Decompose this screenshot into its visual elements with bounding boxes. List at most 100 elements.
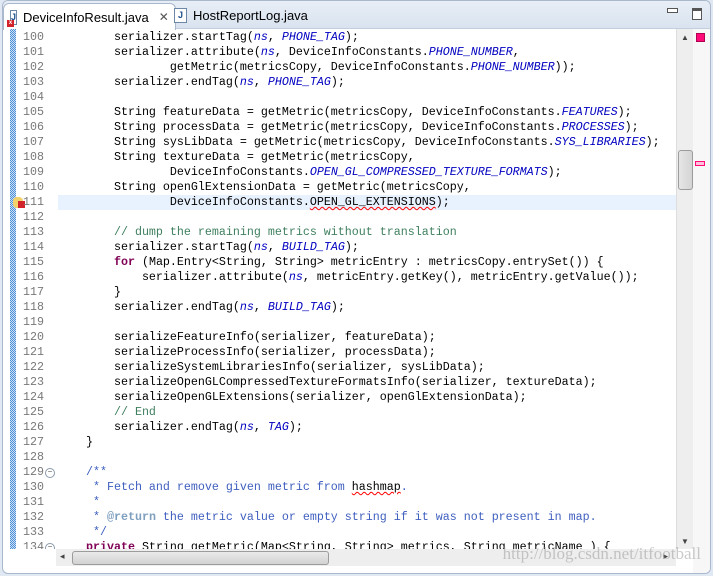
code-token: ns — [253, 30, 268, 44]
code-token: } — [58, 285, 121, 299]
code-token: BUILD_TAG — [267, 300, 331, 314]
code-token: , metricEntry.getKey(), metricEntry.getV… — [302, 270, 639, 284]
code-line[interactable]: 110 String openGlExtensionData = getMetr… — [3, 180, 676, 195]
code-token: ); — [617, 105, 632, 119]
code-line[interactable]: 128 — [3, 450, 676, 465]
code-token: serializer.startTag( — [58, 240, 254, 254]
code-line[interactable]: 129− /** — [3, 465, 676, 480]
code-text: // End — [58, 405, 676, 420]
code-line[interactable]: 106 String processData = getMetric(metri… — [3, 120, 676, 135]
code-token: , — [253, 300, 268, 314]
fold-toggle-icon[interactable]: − — [45, 468, 55, 478]
horizontal-scroll-thumb[interactable] — [72, 551, 329, 565]
code-line[interactable]: 119 — [3, 315, 676, 330]
code-line[interactable]: 105 String featureData = getMetric(metri… — [3, 105, 676, 120]
code-token: ); — [330, 300, 345, 314]
code-text: getMetric(metricsCopy, DeviceInfoConstan… — [58, 60, 676, 75]
code-line[interactable]: 123 serializeOpenGLCompressedTextureForm… — [3, 375, 676, 390]
java-file-icon: J — [174, 7, 187, 23]
code-token: serializeFeatureInfo(serializer, feature… — [58, 330, 436, 344]
code-line[interactable]: 103 serializer.endTag(ns, PHONE_TAG); — [3, 75, 676, 90]
code-line[interactable]: 126 serializer.endTag(ns, TAG); — [3, 420, 676, 435]
code-token: serializer.startTag( — [58, 30, 254, 44]
code-token: , — [253, 75, 268, 89]
code-token: private — [58, 540, 135, 549]
code-line[interactable]: 109 DeviceInfoConstants.OPEN_GL_COMPRESS… — [3, 165, 676, 180]
line-number: 116 — [23, 270, 44, 284]
code-line[interactable]: 104 — [3, 90, 676, 105]
code-line[interactable]: 124 serializeOpenGLExtensions(serializer… — [3, 390, 676, 405]
code-token: PHONE_TAG — [267, 75, 331, 89]
code-token: serializeSystemLibrariesInfo(serializer,… — [58, 360, 485, 374]
code-token: PHONE_NUMBER — [428, 45, 513, 59]
line-number: 105 — [23, 105, 44, 119]
line-number: 127 — [23, 435, 44, 449]
code-token: ns — [239, 420, 254, 434]
code-token: OPEN_GL_EXTENSIONS — [309, 195, 436, 209]
vertical-scroll-thumb[interactable] — [678, 150, 693, 190]
overview-ruler[interactable] — [693, 29, 710, 573]
java-file-icon: Jx — [7, 9, 18, 27]
error-marker[interactable] — [695, 161, 705, 166]
code-line[interactable]: 125 // End — [3, 405, 676, 420]
error-summary-icon[interactable] — [696, 33, 705, 42]
code-line[interactable]: 101 serializer.attribute(ns, DeviceInfoC… — [3, 45, 676, 60]
code-line[interactable]: 100 serializer.startTag(ns, PHONE_TAG); — [3, 30, 676, 45]
code-line[interactable]: 133 */ — [3, 525, 676, 540]
fold-toggle-icon[interactable]: − — [45, 543, 55, 549]
tab-device-info-result[interactable]: Jx DeviceInfoResult.java ✕ — [3, 3, 176, 30]
code-editor[interactable]: 100 serializer.startTag(ns, PHONE_TAG); 1… — [3, 29, 676, 549]
code-token: PROCESSES — [561, 120, 625, 134]
code-token: */ — [58, 525, 107, 539]
code-line[interactable]: 132 * @return the metric value or empty … — [3, 510, 676, 525]
code-line[interactable]: 127 } — [3, 435, 676, 450]
vertical-scrollbar[interactable]: ▲ ▼ — [676, 29, 693, 549]
code-line[interactable]: 107 String sysLibData = getMetric(metric… — [3, 135, 676, 150]
code-line[interactable]: 113 // dump the remaining metrics withou… — [3, 225, 676, 240]
code-text: serializeProcessInfo(serializer, process… — [58, 345, 676, 360]
maximize-button[interactable] — [692, 8, 702, 20]
code-line[interactable]: 108 String textureData = getMetric(metri… — [3, 150, 676, 165]
code-token: ); — [288, 420, 303, 434]
code-token: } — [58, 435, 93, 449]
scroll-up-icon[interactable]: ▲ — [681, 33, 689, 42]
code-token: serializer.endTag( — [58, 300, 240, 314]
code-line[interactable]: 131 * — [3, 495, 676, 510]
code-token: DeviceInfoConstants. — [58, 195, 310, 209]
code-line[interactable]: 102 getMetric(metricsCopy, DeviceInfoCon… — [3, 60, 676, 75]
code-text: for (Map.Entry<String, String> metricEnt… — [58, 255, 676, 270]
code-line[interactable]: 122 serializeSystemLibrariesInfo(seriali… — [3, 360, 676, 375]
code-line[interactable]: 121 serializeProcessInfo(serializer, pro… — [3, 345, 676, 360]
code-line[interactable]: 130 * Fetch and remove given metric from… — [3, 480, 676, 495]
line-number: 132 — [23, 510, 44, 524]
code-token: * — [58, 510, 107, 524]
code-text: DeviceInfoConstants.OPEN_GL_EXTENSIONS); — [58, 195, 676, 210]
code-line[interactable]: 111 DeviceInfoConstants.OPEN_GL_EXTENSIO… — [3, 195, 676, 210]
scroll-left-icon[interactable]: ◂ — [60, 551, 65, 562]
line-number: 128 — [23, 450, 44, 464]
code-text: String processData = getMetric(metricsCo… — [58, 120, 676, 135]
code-text: DeviceInfoConstants.OPEN_GL_COMPRESSED_T… — [58, 165, 676, 180]
code-line[interactable]: 118 serializer.endTag(ns, BUILD_TAG); — [3, 300, 676, 315]
code-text: */ — [58, 525, 676, 540]
code-text: serializer.endTag(ns, BUILD_TAG); — [58, 300, 676, 315]
code-line[interactable]: 120 serializeFeatureInfo(serializer, fea… — [3, 330, 676, 345]
tab-host-report-log[interactable]: J HostReportLog.java — [168, 3, 316, 27]
line-number: 115 — [23, 255, 44, 269]
code-token: String processData = getMetric(metricsCo… — [58, 120, 562, 134]
code-token: , — [267, 30, 282, 44]
code-line[interactable]: 112 — [3, 210, 676, 225]
code-line[interactable]: 117 } — [3, 285, 676, 300]
code-token: ns — [260, 45, 275, 59]
quick-fix-error-icon[interactable] — [13, 197, 25, 208]
code-token: /** — [58, 465, 107, 479]
code-token: ); — [624, 120, 639, 134]
code-token: for — [58, 255, 135, 269]
code-line[interactable]: 115 for (Map.Entry<String, String> metri… — [3, 255, 676, 270]
code-token: ); — [344, 30, 359, 44]
code-token: . — [400, 480, 408, 494]
code-line[interactable]: 116 serializer.attribute(ns, metricEntry… — [3, 270, 676, 285]
minimize-button[interactable] — [667, 8, 678, 13]
code-text: String textureData = getMetric(metricsCo… — [58, 150, 676, 165]
code-line[interactable]: 114 serializer.startTag(ns, BUILD_TAG); — [3, 240, 676, 255]
